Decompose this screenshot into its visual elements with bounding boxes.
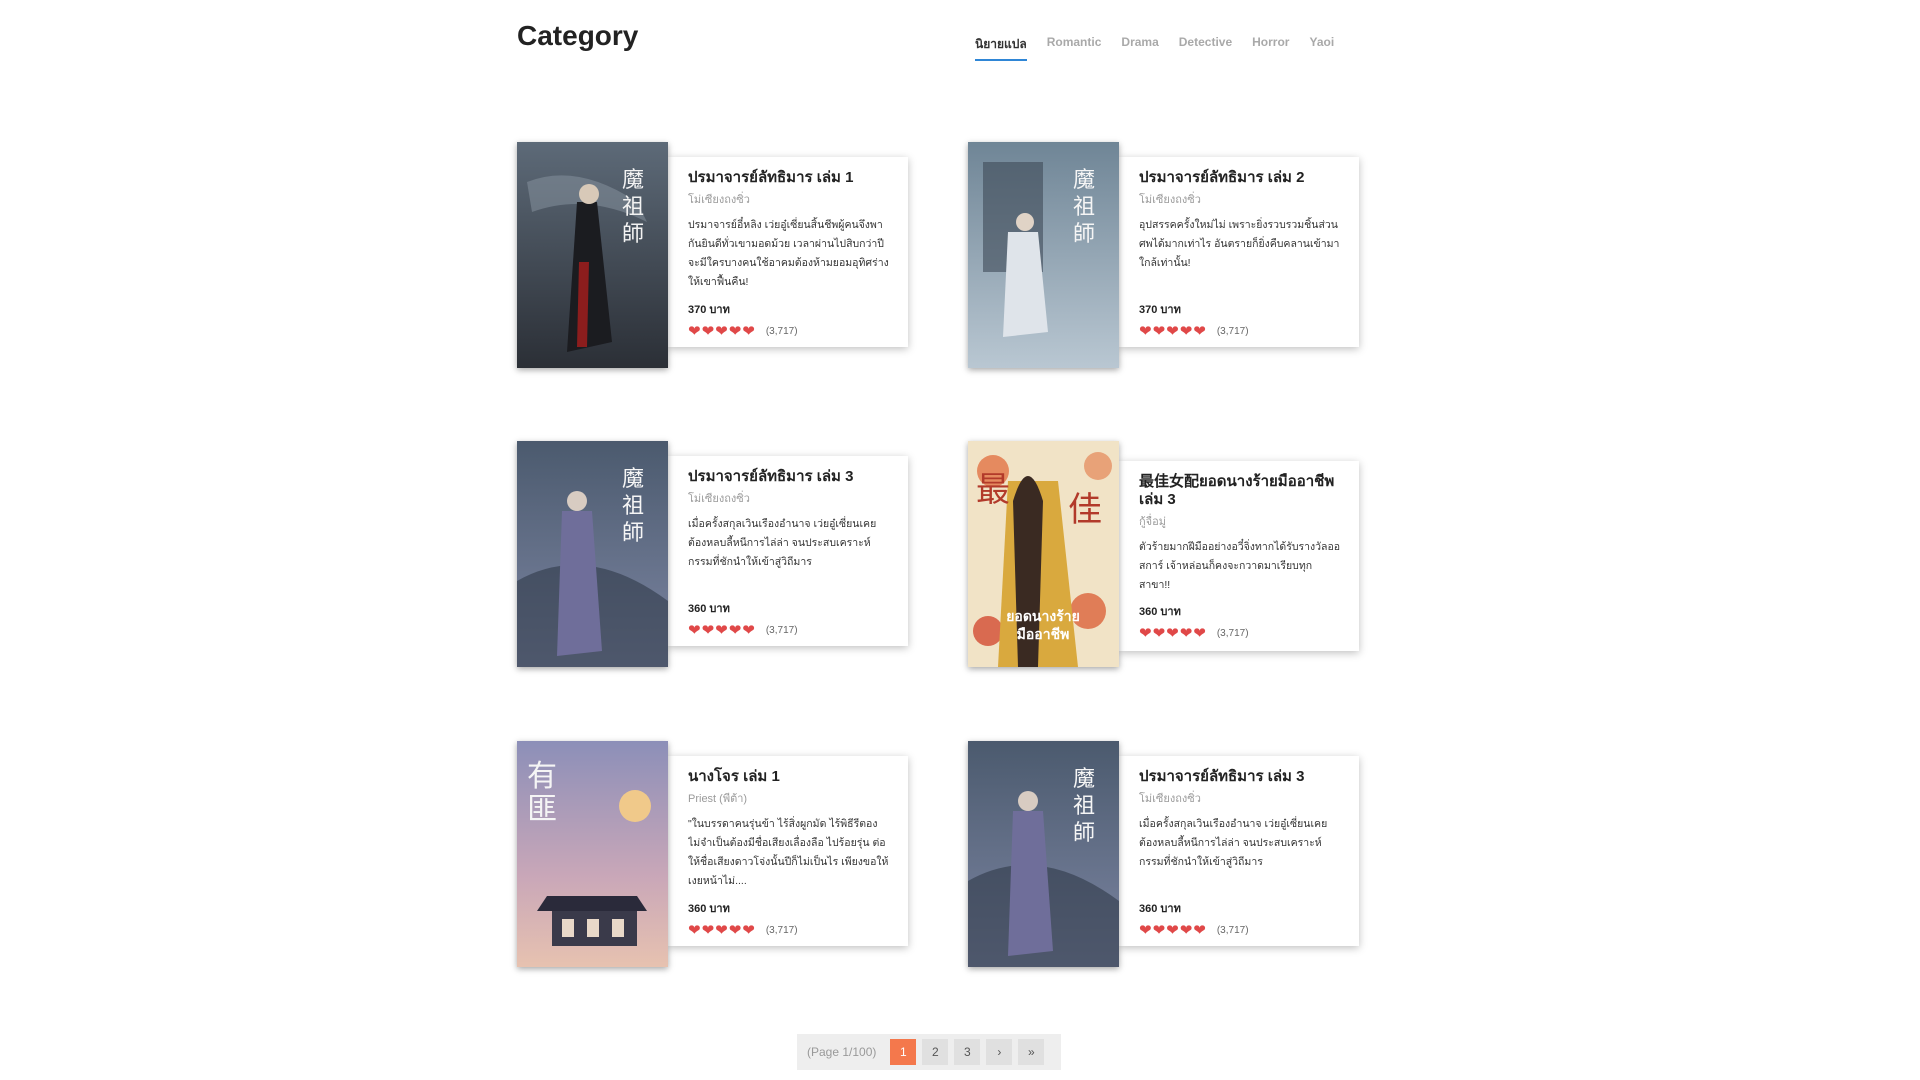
pagination: (Page 1/100) 1 2 3 › » <box>797 1034 1061 1070</box>
book-info: ปรมาจารย์ลัทธิมาร เล่ม 3 โม่เซียงถงซิ่ว … <box>1119 756 1359 946</box>
rating: ❤❤❤❤❤ (3,717) <box>688 322 892 340</box>
book-price: 360 บาท <box>688 603 730 615</box>
book-author: โม่เซียงถงซิ่ว <box>1139 194 1201 206</box>
rating-count: (3,717) <box>765 624 798 636</box>
book-description: เมื่อครั้งสกุลเวินเรืองอำนาจ เว่ยอู๋เซี่… <box>688 518 877 568</box>
book-price: 370 บาท <box>688 304 730 316</box>
book-title[interactable]: ปรมาจารย์ลัทธิมาร เล่ม 3 <box>688 468 892 486</box>
rating: ❤❤❤❤❤ (3,717) <box>688 621 892 639</box>
book-title[interactable]: นางโจร เล่ม 1 <box>688 768 892 786</box>
heart-rating-icon: ❤❤❤❤❤ <box>688 622 756 639</box>
tab-horror[interactable]: Horror <box>1252 35 1289 61</box>
book-info: ปรมาจารย์ลัทธิมาร เล่ม 1 โม่เซียงถงซิ่ว … <box>668 157 908 347</box>
tab-detective[interactable]: Detective <box>1179 35 1232 61</box>
book-card: 有 匪 นางโจร เล่ม 1 Priest (พีต้า) "ในบรรด… <box>517 741 917 971</box>
book-price: 360 บาท <box>1139 903 1181 915</box>
rating-count: (3,717) <box>765 924 798 936</box>
book-description: ปรมาจารย์อี๋หลิง เว่ยอู๋เซี่ยนสิ้นชีพผู้… <box>688 219 889 288</box>
svg-text:師: 師 <box>1073 222 1095 247</box>
next-page-icon[interactable]: › <box>986 1039 1013 1065</box>
svg-text:祖: 祖 <box>622 195 644 220</box>
book-description: เมื่อครั้งสกุลเวินเรืองอำนาจ เว่ยอู๋เซี่… <box>1139 818 1328 868</box>
rating: ❤❤❤❤❤ (3,717) <box>1139 624 1343 642</box>
book-description: "ในบรรดาคนรุ่นข้า ไร้สิ่งผูกมัด ไร้พิธีร… <box>688 818 889 887</box>
rating-count: (3,717) <box>1216 325 1249 337</box>
book-cover-art: 魔 祖 師 <box>517 441 668 667</box>
svg-text:師: 師 <box>1073 821 1095 846</box>
book-card: 魔 祖 師 ปรมาจารย์ลัทธิมาร เล่ม 3 โม่เซียงถ… <box>968 741 1368 971</box>
svg-text:師: 師 <box>622 521 644 546</box>
rating: ❤❤❤❤❤ (3,717) <box>1139 921 1343 939</box>
book-card: 魔 祖 師 ปรมาจารย์ลัทธิมาร เล่ม 2 โม่เซียงถ… <box>968 142 1368 372</box>
book-card: 魔 祖 師 ปรมาจารย์ลัทธิมาร เล่ม 1 โม่เซียงถ… <box>517 142 917 372</box>
svg-text:祖: 祖 <box>1073 794 1095 819</box>
cover-text: 有 <box>527 759 557 794</box>
tab-drama[interactable]: Drama <box>1121 35 1158 61</box>
svg-text:魔: 魔 <box>1073 767 1095 792</box>
heart-rating-icon: ❤❤❤❤❤ <box>1139 625 1207 642</box>
book-cover[interactable]: 最 佳 ยอดนางร้าย มืออาชีพ <box>968 441 1119 667</box>
book-cover[interactable]: 魔 祖 師 <box>517 142 668 368</box>
page-1-button[interactable]: 1 <box>890 1039 917 1065</box>
book-info: ปรมาจารย์ลัทธิมาร เล่ม 3 โม่เซียงถงซิ่ว … <box>668 456 908 646</box>
book-author: โม่เซียงถงซิ่ว <box>688 493 750 505</box>
svg-text:魔: 魔 <box>622 467 644 492</box>
svg-text:祖: 祖 <box>1073 195 1095 220</box>
book-info: 最佳女配ยอดนางร้ายมืออาชีพ เล่ม 3 กู้จื่อมู่… <box>1119 461 1359 651</box>
cover-text: 最 <box>976 470 1010 510</box>
cover-text: 匪 <box>527 792 557 827</box>
book-cover-art: 有 匪 <box>517 741 668 967</box>
book-info: ปรมาจารย์ลัทธิมาร เล่ม 2 โม่เซียงถงซิ่ว … <box>1119 157 1359 347</box>
book-description: อุปสรรคครั้งใหม่ไม่ เพราะยิ่งรวบรวมชิ้นส… <box>1139 219 1340 269</box>
book-cover[interactable]: 魔 祖 師 <box>517 441 668 667</box>
book-card: 最 佳 ยอดนางร้าย มืออาชีพ 最佳女配ยอดนางร้ายมื… <box>968 441 1368 671</box>
rating-count: (3,717) <box>1216 924 1249 936</box>
page-2-button[interactable]: 2 <box>922 1039 949 1065</box>
book-cover[interactable]: 魔 祖 師 <box>968 741 1119 967</box>
tab-translated-novels[interactable]: นิยายแปล <box>975 35 1027 61</box>
book-title[interactable]: ปรมาจารย์ลัทธิมาร เล่ม 3 <box>1139 768 1343 786</box>
tab-romantic[interactable]: Romantic <box>1047 35 1102 61</box>
book-title[interactable]: 最佳女配ยอดนางร้ายมืออาชีพ เล่ม 3 <box>1139 473 1343 509</box>
book-price: 370 บาท <box>1139 304 1181 316</box>
book-cover-art: 魔 祖 師 <box>968 741 1119 967</box>
category-tabs: นิยายแปล Romantic Drama Detective Horror… <box>975 35 1354 61</box>
cover-text: มืออาชีพ <box>1017 626 1070 642</box>
book-cover[interactable]: 魔 祖 師 <box>968 142 1119 368</box>
book-author: โม่เซียงถงซิ่ว <box>688 194 750 206</box>
svg-text:祖: 祖 <box>622 494 644 519</box>
book-card: 魔 祖 師 ปรมาจารย์ลัทธิมาร เล่ม 3 โม่เซียงถ… <box>517 441 917 671</box>
book-cover[interactable]: 有 匪 <box>517 741 668 967</box>
book-cover-art: 最 佳 ยอดนางร้าย มืออาชีพ <box>968 441 1119 667</box>
cover-text: ยอดนางร้าย <box>1006 608 1080 624</box>
last-page-icon[interactable]: » <box>1018 1039 1045 1065</box>
book-title[interactable]: ปรมาจารย์ลัทธิมาร เล่ม 2 <box>1139 169 1343 187</box>
heart-rating-icon: ❤❤❤❤❤ <box>688 922 756 939</box>
page-info: (Page 1/100) <box>807 1045 877 1059</box>
book-title[interactable]: ปรมาจารย์ลัทธิมาร เล่ม 1 <box>688 169 892 187</box>
svg-text:魔: 魔 <box>622 168 644 193</box>
book-info: นางโจร เล่ม 1 Priest (พีต้า) "ในบรรดาคนร… <box>668 756 908 946</box>
svg-text:師: 師 <box>622 222 644 247</box>
cover-text: 佳 <box>1068 490 1102 530</box>
page-3-button[interactable]: 3 <box>954 1039 981 1065</box>
page-title: Category <box>517 20 639 51</box>
book-price: 360 บาท <box>1139 606 1181 618</box>
rating-count: (3,717) <box>1216 627 1249 639</box>
book-description: ตัวร้ายมากฝีมืออย่างอวี๋จิ่งทากได้รับราง… <box>1139 541 1341 591</box>
book-author: โม่เซียงถงซิ่ว <box>1139 793 1201 805</box>
rating: ❤❤❤❤❤ (3,717) <box>688 921 892 939</box>
rating: ❤❤❤❤❤ (3,717) <box>1139 322 1343 340</box>
book-cover-art: 魔 祖 師 <box>968 142 1119 368</box>
book-author: Priest (พีต้า) <box>688 793 748 805</box>
svg-text:魔: 魔 <box>1073 168 1095 193</box>
heart-rating-icon: ❤❤❤❤❤ <box>1139 922 1207 939</box>
rating-count: (3,717) <box>765 325 798 337</box>
book-author: กู้จื่อมู่ <box>1139 516 1166 528</box>
heart-rating-icon: ❤❤❤❤❤ <box>1139 323 1207 340</box>
book-price: 360 บาท <box>688 903 730 915</box>
book-cover-art: 魔 祖 師 <box>517 142 668 368</box>
heart-rating-icon: ❤❤❤❤❤ <box>688 323 756 340</box>
tab-yaoi[interactable]: Yaoi <box>1309 35 1334 61</box>
